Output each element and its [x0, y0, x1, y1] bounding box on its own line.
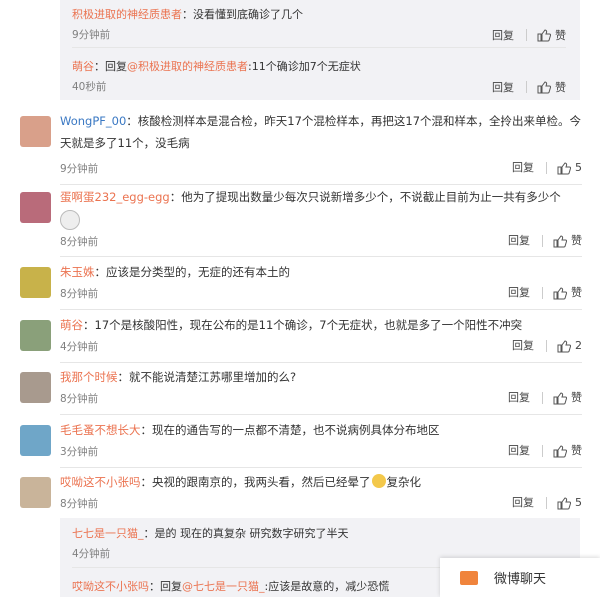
thumbs-up-icon [553, 444, 567, 457]
thumbs-up-icon [553, 286, 567, 299]
avatar[interactable] [20, 320, 51, 351]
reply-button[interactable]: 回复 [508, 440, 530, 462]
thumbs-up-icon [557, 161, 571, 174]
reply-button[interactable]: 回复 [508, 230, 530, 252]
reply-button[interactable]: 回复 [512, 335, 534, 357]
thumbs-up-icon [537, 28, 551, 41]
comment-text: 核酸检测样本是混合检，昨天17个混检样本，再把这17个混和样本，全拎出来单检。今… [60, 114, 582, 150]
comment-time: 4分钟前 [60, 341, 99, 353]
comment-username[interactable]: 毛毛蚤不想长大 [60, 423, 141, 437]
reply-time: 40秒前 [72, 81, 107, 93]
reply-time: 9分钟前 [72, 29, 111, 41]
like-button[interactable]: 赞 [553, 282, 582, 304]
like-button[interactable]: 赞 [553, 230, 582, 252]
comment-username[interactable]: 朱玉姝 [60, 265, 95, 279]
reply-text: :应该是故意的，减少恐慌 [264, 580, 390, 593]
avatar[interactable] [20, 425, 51, 456]
comment-text: 应该是分类型的，无症的还有本土的 [106, 265, 290, 279]
reply-button[interactable]: 回复 [492, 27, 514, 43]
avatar[interactable] [20, 192, 51, 223]
reply-time: 4分钟前 [72, 548, 111, 560]
reply-button[interactable]: 回复 [512, 492, 534, 514]
thumbs-up-icon [553, 391, 567, 404]
comment-username[interactable]: 哎呦这不小张吗 [60, 475, 141, 489]
avatar[interactable] [20, 267, 51, 298]
nested-reply: 萌谷：回复@积极进取的神经质患者:11个确诊加7个无症状 [72, 60, 361, 73]
like-button[interactable]: 赞 [553, 387, 582, 409]
reply-username[interactable]: 七七是一只猫_ [72, 527, 144, 540]
comment-time: 8分钟前 [60, 288, 99, 300]
like-button[interactable]: 赞 [537, 79, 566, 95]
nested-reply: 积极进取的神经质患者：没看懂到底确诊了几个 [72, 8, 303, 21]
comment-time: 9分钟前 [60, 163, 99, 175]
weibo-chat-button[interactable]: 微博聊天 [440, 558, 600, 597]
comment-text: 现在的通告写的一点都不清楚，也不说病例具体分布地区 [152, 423, 440, 437]
reply-username[interactable]: 积极进取的神经质患者 [72, 8, 182, 21]
reply-username[interactable]: 哎呦这不小张吗 [72, 580, 149, 593]
comment-time: 8分钟前 [60, 498, 99, 510]
emoji-icon [60, 210, 80, 230]
chat-label: 微博聊天 [494, 572, 547, 587]
avatar[interactable] [20, 372, 51, 403]
mail-icon [460, 570, 478, 585]
mention-link[interactable]: @积极进取的神经质患者 [127, 60, 248, 73]
like-button[interactable]: 赞 [553, 440, 582, 462]
comment-username[interactable]: WongPF_00 [60, 114, 126, 128]
nested-reply: 七七是一只猫_：是的 现在的真复杂 研究数字研究了半天 [72, 527, 349, 540]
thumbs-up-icon [553, 234, 567, 247]
avatar[interactable] [20, 116, 51, 147]
comment-time: 3分钟前 [60, 446, 99, 458]
comment-username[interactable]: 萌谷 [60, 318, 83, 332]
reply-text: :11个确诊加7个无症状 [248, 60, 361, 73]
avatar[interactable] [20, 477, 51, 508]
like-button[interactable]: 赞 [537, 27, 566, 43]
reply-button[interactable]: 回复 [512, 157, 534, 179]
nested-replies-top: 积极进取的神经质患者：没看懂到底确诊了几个 9分钟前 回复 赞 萌谷：回复@积极… [60, 0, 580, 100]
reply-button[interactable]: 回复 [492, 79, 514, 95]
reply-text: 是的 现在的真复杂 研究数字研究了半天 [154, 527, 349, 540]
reply-username[interactable]: 萌谷 [72, 60, 94, 73]
thumbs-up-icon [557, 339, 571, 352]
comment-username[interactable]: 蛋啊蛋232_egg-egg [60, 190, 170, 204]
thumbs-up-icon [557, 496, 571, 509]
comment-text: 就不能说清楚江苏哪里增加的么? [129, 370, 297, 384]
reply-button[interactable]: 回复 [508, 282, 530, 304]
comment-text: 央视的跟南京的，我两头看，然后已经晕了 [152, 475, 371, 489]
like-button[interactable]: 2 [557, 335, 582, 357]
emoji-icon [371, 474, 386, 488]
comment-time: 8分钟前 [60, 393, 99, 405]
reply-text: 没看懂到底确诊了几个 [193, 8, 303, 21]
comment-username[interactable]: 我那个时候 [60, 370, 118, 384]
comment-text: 17个是核酸阳性，现在公布的是11个确诊，7个无症状，也就是多了一个阳性不冲突 [94, 318, 523, 332]
thumbs-up-icon [537, 80, 551, 93]
like-button[interactable]: 5 [557, 492, 582, 514]
mention-link[interactable]: @七七是一只猫_ [182, 580, 265, 593]
reply-button[interactable]: 回复 [508, 387, 530, 409]
like-button[interactable]: 5 [557, 157, 582, 179]
comment-time: 8分钟前 [60, 236, 99, 248]
comment-text: 他为了提现出数量少每次只说新增多少个，不说截止目前为止一共有多少个 [181, 190, 561, 204]
